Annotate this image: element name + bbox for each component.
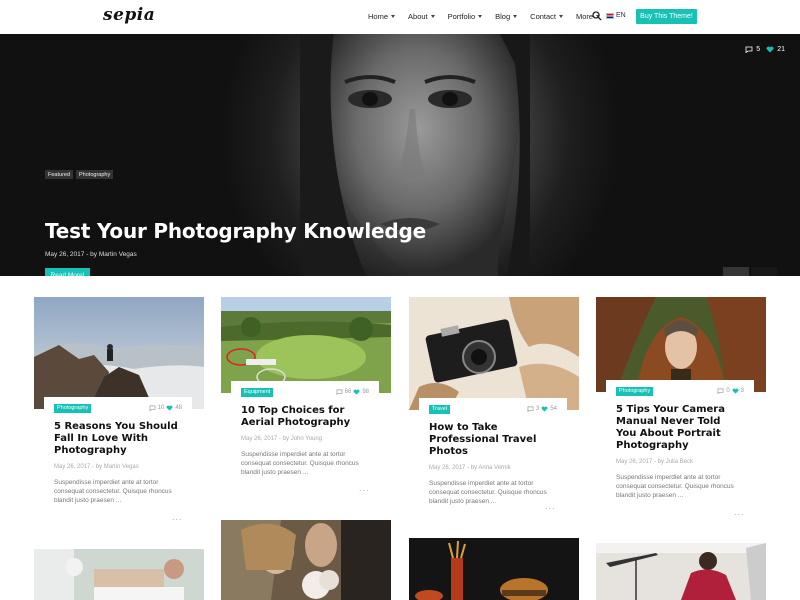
- like-count: 48: [175, 405, 182, 411]
- nav-item-portfolio[interactable]: Portfolio: [448, 12, 483, 21]
- post-meta: May 26, 2017 - by John Young: [241, 436, 323, 442]
- post-card[interactable]: Equipment 66 98 10 Top Choices for Aeria…: [221, 297, 391, 509]
- heart-icon[interactable]: [541, 406, 548, 412]
- comment-count: 66: [344, 389, 352, 395]
- nav-label: Contact: [530, 12, 557, 21]
- post-excerpt: Suspendisse imperdiet ante at tortor con…: [241, 451, 359, 476]
- nav-label: Blog: [495, 12, 511, 21]
- chevron-down-icon: [391, 15, 396, 18]
- chevron-down-icon: [513, 15, 518, 18]
- nav-item-blog[interactable]: Blog: [495, 12, 518, 21]
- nav-label: More: [576, 12, 594, 21]
- heart-icon[interactable]: [732, 388, 739, 394]
- post-stats: 3 54: [527, 406, 557, 412]
- hero-stats: 5 21: [745, 46, 785, 53]
- post-category-tag[interactable]: Equipment: [241, 387, 274, 397]
- nav-item-home[interactable]: Home: [368, 12, 396, 21]
- comment-count: 5: [756, 46, 761, 53]
- post-card[interactable]: Travel 3 54 How to Take Professional Tra…: [409, 297, 579, 517]
- heart-icon[interactable]: [766, 46, 774, 53]
- slider-prev-button[interactable]: [723, 267, 749, 276]
- chevron-down-icon: [430, 15, 435, 18]
- post-image[interactable]: [34, 549, 204, 600]
- post-category-tag[interactable]: Photography: [54, 403, 92, 413]
- site-logo[interactable]: sepia: [103, 5, 155, 25]
- post-card[interactable]: Photography 0 3 5 Tips Your Camera Manua…: [596, 297, 766, 523]
- post-title[interactable]: 5 Reasons You Should Fall In Love With P…: [54, 421, 182, 457]
- post-meta: May 26, 2017 - by Anna Vernik: [429, 465, 511, 471]
- post-image[interactable]: [409, 538, 579, 600]
- heart-icon[interactable]: [166, 405, 173, 411]
- language-label: EN: [616, 12, 626, 19]
- post-card-body: Travel 3 54 How to Take Professional Tra…: [419, 398, 567, 506]
- post-excerpt: Suspendisse imperdiet ante at tortor con…: [616, 474, 734, 499]
- tag-featured[interactable]: Featured: [45, 170, 74, 179]
- comment-icon: [336, 389, 343, 395]
- chevron-down-icon: [559, 15, 564, 18]
- post-image: [34, 297, 204, 409]
- comment-icon: [527, 406, 534, 412]
- post-card-body: Photography 10 48 5 Reasons You Should F…: [44, 397, 192, 505]
- post-card-body: Photography 0 3 5 Tips Your Camera Manua…: [606, 380, 754, 500]
- like-count: 3: [740, 388, 744, 394]
- flag-icon: [606, 12, 614, 19]
- like-count: 21: [777, 46, 785, 53]
- post-card-meta-row: Photography 0 3: [616, 386, 744, 396]
- comment-count: 0: [726, 388, 730, 394]
- comment-count: 3: [535, 406, 540, 412]
- search-icon[interactable]: [592, 11, 602, 21]
- heart-icon[interactable]: [353, 389, 360, 395]
- post-meta: May 26, 2017 - by Martin Vegas: [54, 464, 139, 470]
- nav-label: About: [408, 12, 428, 21]
- post-stats: 10 48: [149, 405, 182, 411]
- post-image: [221, 297, 391, 393]
- nav-item-contact[interactable]: Contact: [530, 12, 564, 21]
- post-image[interactable]: [596, 543, 766, 600]
- hero-tags: Featured Photography: [45, 170, 114, 179]
- like-count: 98: [362, 389, 369, 395]
- main-nav: Home About Portfolio Blog Contact More: [368, 12, 613, 21]
- post-category-tag[interactable]: Travel: [429, 404, 451, 414]
- chevron-down-icon: [478, 15, 483, 18]
- post-card-meta-row: Photography 10 48: [54, 403, 182, 413]
- buy-theme-button[interactable]: Buy This Theme!: [636, 9, 697, 24]
- hero-title[interactable]: Test Your Photography Knowledge: [45, 219, 426, 243]
- more-options-icon[interactable]: ...: [734, 507, 745, 517]
- language-selector[interactable]: EN: [606, 12, 626, 19]
- post-card-body: Equipment 66 98 10 Top Choices for Aeria…: [231, 381, 379, 477]
- post-image: [409, 297, 579, 410]
- post-title[interactable]: 5 Tips Your Camera Manual Never Told You…: [616, 404, 744, 452]
- post-meta: May 26, 2017 - by Julia Beck: [616, 459, 694, 465]
- nav-label: Portfolio: [447, 12, 476, 21]
- more-options-icon[interactable]: ...: [545, 501, 556, 511]
- post-title[interactable]: 10 Top Choices for Aerial Photography: [241, 405, 369, 429]
- post-image: [596, 297, 766, 392]
- hero-meta: May 26, 2017 - by Martin Vegas: [45, 251, 137, 258]
- post-card-meta-row: Travel 3 54: [429, 404, 557, 414]
- post-excerpt: Suspendisse imperdiet ante at tortor con…: [54, 479, 172, 504]
- post-card[interactable]: Photography 10 48 5 Reasons You Should F…: [34, 297, 204, 527]
- comment-icon: [717, 388, 724, 394]
- hero-slider: 5 21 Featured Photography Test Your Phot…: [0, 34, 800, 276]
- post-stats: 66 98: [336, 389, 369, 395]
- tag-photography[interactable]: Photography: [76, 170, 114, 179]
- post-title[interactable]: How to Take Professional Travel Photos: [429, 422, 557, 458]
- site-header: sepia Home About Portfolio Blog Contact …: [0, 0, 800, 34]
- nav-label: Home: [368, 12, 389, 21]
- post-image[interactable]: [221, 520, 391, 600]
- more-options-icon[interactable]: ...: [172, 512, 183, 522]
- post-stats: 0 3: [717, 388, 744, 394]
- nav-item-about[interactable]: About: [408, 12, 435, 21]
- read-more-button[interactable]: Read More!: [45, 268, 90, 276]
- like-count: 54: [550, 406, 557, 412]
- post-category-tag[interactable]: Photography: [616, 386, 654, 396]
- slider-next-button[interactable]: [751, 267, 777, 276]
- comment-icon: [149, 405, 156, 411]
- comment-count: 10: [157, 405, 165, 411]
- post-excerpt: Suspendisse imperdiet ante at tortor con…: [429, 480, 547, 505]
- comment-icon: [745, 46, 753, 53]
- more-options-icon[interactable]: ...: [359, 483, 370, 493]
- post-card-meta-row: Equipment 66 98: [241, 387, 369, 397]
